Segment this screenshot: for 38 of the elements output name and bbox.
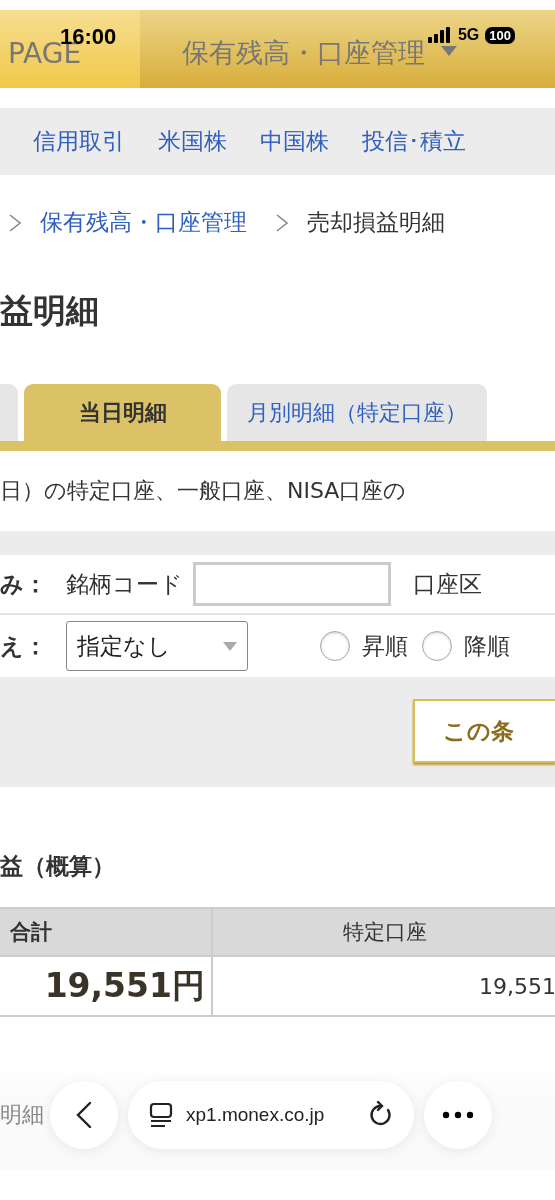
search-button[interactable]: この条 — [413, 699, 555, 763]
caret-icon — [223, 641, 237, 651]
chevron-icon — [8, 212, 22, 233]
sort-label: え： — [0, 631, 48, 661]
caret-icon — [441, 46, 457, 56]
tab[interactable]: 月別明細（特定口座） — [227, 384, 487, 441]
filter-label: み： — [0, 569, 48, 599]
signal-icon — [427, 27, 452, 43]
sort-select[interactable]: 指定なし — [66, 621, 248, 671]
nav-link[interactable]: 投信･積立 — [362, 126, 466, 157]
more-icon — [442, 1111, 474, 1119]
table-header-cell: 合計 — [0, 909, 213, 955]
account-label: 口座区 — [413, 569, 482, 599]
description-text: 日）の特定口座、一般口座、NISA口座の — [0, 477, 408, 505]
table-cell: 19,551 — [213, 955, 555, 1015]
section-heading: 明細 — [0, 1101, 44, 1129]
radio-label: 昇順 — [362, 631, 408, 661]
network-label: 5G — [457, 26, 480, 44]
page-menu-icon — [148, 1102, 174, 1128]
nav-link[interactable]: 米国株 — [158, 126, 227, 157]
breadcrumb-current: 売却損益明細 — [307, 208, 445, 237]
nav-link[interactable]: 中国株 — [260, 126, 329, 157]
section-heading: 益（概算） — [0, 852, 116, 881]
code-label: 銘柄コード — [66, 569, 183, 599]
back-icon — [76, 1101, 92, 1129]
radio-button[interactable] — [422, 631, 452, 661]
table-header-cell: 特定口座 — [213, 909, 555, 955]
radio-button[interactable] — [320, 631, 350, 661]
tab[interactable] — [0, 384, 18, 441]
chevron-icon — [275, 212, 289, 233]
radio-label: 降順 — [464, 631, 510, 661]
address-bar[interactable]: xp1.monex.co.jp — [128, 1081, 414, 1149]
nav-link[interactable]: 信用取引 — [33, 126, 125, 157]
breadcrumb-link[interactable]: 保有残高・口座管理 — [40, 207, 247, 238]
page-title: 益明細 — [0, 289, 100, 332]
code-input-field[interactable] — [193, 562, 391, 606]
table-cell: 19,551円 — [0, 955, 213, 1015]
tab[interactable]: 当日明細 — [24, 384, 221, 441]
